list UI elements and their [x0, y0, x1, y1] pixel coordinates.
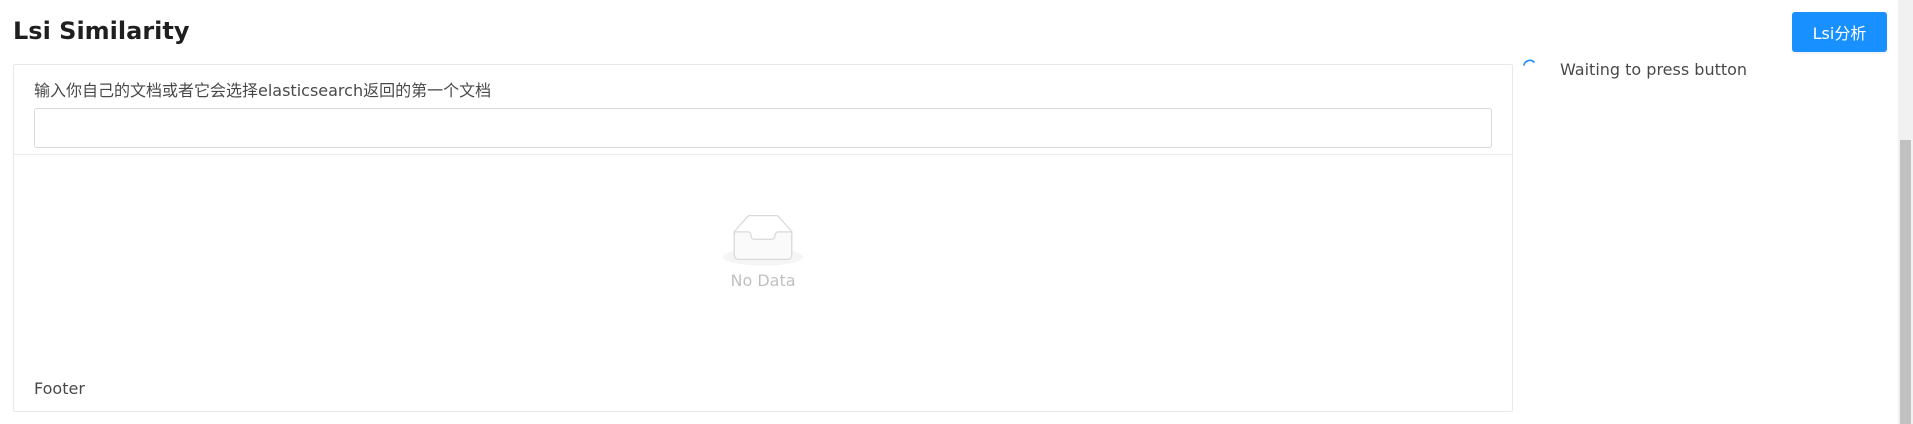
document-input[interactable]	[34, 108, 1492, 148]
card-header: 输入你自己的文档或者它会选择elasticsearch返回的第一个文档	[14, 65, 1512, 155]
scrollbar-thumb[interactable]	[1900, 140, 1911, 424]
page-title: Lsi Similarity	[13, 17, 190, 45]
empty-inbox-icon	[723, 215, 803, 266]
document-input-label: 输入你自己的文档或者它会选择elasticsearch返回的第一个文档	[34, 81, 492, 100]
spinner-icon	[1523, 59, 1535, 66]
lsi-analyze-button[interactable]: Lsi分析	[1792, 12, 1887, 52]
status-indicator: Waiting to press button	[1522, 59, 1748, 79]
card-footer: Footer	[34, 379, 85, 398]
empty-state: No Data	[14, 155, 1512, 355]
status-text: Waiting to press button	[1560, 60, 1748, 79]
empty-text: No Data	[730, 271, 796, 290]
vertical-scrollbar[interactable]	[1898, 0, 1913, 424]
similarity-card: 输入你自己的文档或者它会选择elasticsearch返回的第一个文档 No D…	[13, 64, 1513, 412]
page: Lsi Similarity Lsi分析 输入你自己的文档或者它会选择elast…	[0, 0, 1913, 424]
